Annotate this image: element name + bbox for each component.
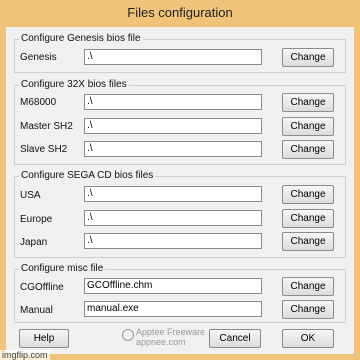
cgoffline-path-field[interactable]: GCOffline.chm [84,278,262,294]
change-europe-button[interactable]: Change [282,209,334,228]
watermark-overlay: Apptee Freeware appnee.com [136,327,205,347]
manual-path-field[interactable]: manual.exe [84,301,262,317]
cancel-button[interactable]: Cancel [209,329,261,348]
watermark-overlay-line2: appnee.com [136,337,186,347]
japan-path-field[interactable]: .\ [84,233,262,249]
label-master-sh2: Master SH2 [20,121,73,132]
watermark-overlay-line1: Apptee Freeware [136,327,206,337]
master-sh2-path-field[interactable]: .\ [84,118,262,134]
genesis-path-field[interactable]: .\ [84,49,262,65]
watermark-site: imgflip.com [0,350,50,360]
label-manual: Manual [20,305,53,316]
group-legend-genesis: Configure Genesis bios file [19,33,143,44]
dialog-client-area: Configure Genesis bios file Genesis .\ C… [6,27,354,354]
group-legend-misc: Configure misc file [19,263,106,274]
label-genesis: Genesis [20,52,57,63]
watermark-logo-icon [122,329,134,341]
label-japan: Japan [20,237,48,248]
m68000-path-field[interactable]: .\ [84,94,262,110]
help-button[interactable]: Help [19,329,69,348]
change-japan-button[interactable]: Change [282,232,334,251]
title-bar[interactable]: Files configuration [0,0,360,27]
change-slave-sh2-button[interactable]: Change [282,140,334,159]
europe-path-field[interactable]: .\ [84,210,262,226]
window-title: Files configuration [127,5,233,20]
slave-sh2-path-field[interactable]: .\ [84,141,262,157]
label-slave-sh2: Slave SH2 [20,144,68,155]
group-legend-segacd: Configure SEGA CD bios files [19,170,156,181]
label-europe: Europe [20,214,53,225]
usa-path-field[interactable]: .\ [84,186,262,202]
change-master-sh2-button[interactable]: Change [282,117,334,136]
change-usa-button[interactable]: Change [282,185,334,204]
change-cgoffline-button[interactable]: Change [282,277,334,296]
label-usa: USA [20,190,41,201]
label-m68000: M68000 [20,97,57,108]
change-m68000-button[interactable]: Change [282,93,334,112]
ok-button[interactable]: OK [282,329,334,348]
files-configuration-window: Files configuration Configure Genesis bi… [0,0,360,360]
label-cgoffline: CGOffline [20,282,64,293]
change-genesis-button[interactable]: Change [282,48,334,67]
group-legend-32x: Configure 32X bios files [19,79,129,90]
change-manual-button[interactable]: Change [282,300,334,319]
